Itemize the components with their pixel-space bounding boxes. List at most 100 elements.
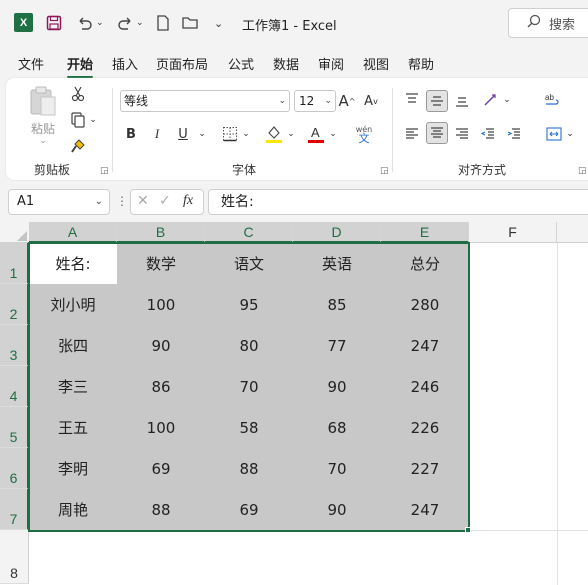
cell-a1[interactable]: 姓名: <box>29 243 117 284</box>
cancel-icon[interactable]: ✕ <box>137 193 149 209</box>
borders-button[interactable]: ⌄ <box>218 124 254 144</box>
paste-icon[interactable] <box>26 84 60 118</box>
tab-home[interactable]: 开始 <box>67 54 94 78</box>
column-header-a[interactable]: A <box>29 222 117 243</box>
cell-d3[interactable]: 77 <box>293 325 381 366</box>
cell-a6[interactable]: 李明 <box>29 448 117 489</box>
select-all-corner[interactable] <box>0 222 29 243</box>
row-header-4[interactable]: 4 <box>0 366 29 407</box>
copy-icon[interactable]: ⌄ <box>66 110 102 130</box>
row-header-5[interactable]: 5 <box>0 407 29 448</box>
orientation-icon[interactable]: ⌄ <box>480 90 514 110</box>
column-header-d[interactable]: D <box>293 222 381 243</box>
increase-indent-icon[interactable] <box>504 124 524 144</box>
cell-b4[interactable]: 86 <box>117 366 205 407</box>
row-header-8[interactable]: 8 <box>0 530 29 584</box>
cell-a3[interactable]: 张四 <box>29 325 117 366</box>
tab-view[interactable]: 视图 <box>363 54 389 73</box>
font-color-button[interactable]: A ⌄ <box>304 122 340 146</box>
fill-handle[interactable] <box>465 527 471 533</box>
decrease-indent-icon[interactable] <box>478 124 498 144</box>
cell-c3[interactable]: 80 <box>205 325 293 366</box>
cut-icon[interactable] <box>68 84 88 104</box>
tab-insert[interactable]: 插入 <box>112 54 138 73</box>
clipboard-launcher-icon[interactable]: ◲ <box>100 166 109 176</box>
cell-d2[interactable]: 85 <box>293 284 381 325</box>
merge-center-icon[interactable]: ⌄ <box>540 124 580 144</box>
tab-file[interactable]: 文件 <box>18 54 44 73</box>
top-align-icon[interactable] <box>402 90 422 110</box>
wrap-text-icon[interactable]: ab <box>542 90 562 110</box>
cell-d5[interactable]: 68 <box>293 407 381 448</box>
cell-b1[interactable]: 数学 <box>117 243 205 284</box>
underline-button[interactable]: U <box>174 124 192 144</box>
paste-label[interactable]: 粘贴 <box>24 120 62 136</box>
cell-e4[interactable]: 246 <box>381 366 469 407</box>
cell-b3[interactable]: 90 <box>117 325 205 366</box>
name-box[interactable]: A1 ⌄ <box>8 189 110 215</box>
tab-data[interactable]: 数据 <box>273 54 299 73</box>
column-header-f[interactable]: F <box>469 222 557 243</box>
save-icon[interactable] <box>46 12 62 34</box>
search-box[interactable]: 搜索 <box>508 8 588 38</box>
column-header-c[interactable]: C <box>205 222 293 243</box>
underline-dropdown-icon[interactable]: ⌄ <box>196 124 208 144</box>
redo-icon[interactable]: ⌄ <box>116 12 144 34</box>
cell-a7[interactable]: 周艳 <box>29 489 117 530</box>
italic-button[interactable]: I <box>148 124 166 144</box>
align-left-icon[interactable] <box>402 124 422 144</box>
cell-c1[interactable]: 语文 <box>205 243 293 284</box>
cell-b7[interactable]: 88 <box>117 489 205 530</box>
bottom-align-icon[interactable] <box>452 90 472 110</box>
cell-e1[interactable]: 总分 <box>381 243 469 284</box>
formula-input[interactable]: 姓名: <box>208 189 588 215</box>
row-header-3[interactable]: 3 <box>0 325 29 366</box>
column-header-e[interactable]: E <box>381 222 469 243</box>
new-document-icon[interactable] <box>156 12 170 34</box>
fill-color-button[interactable]: ⌄ <box>262 122 298 146</box>
paste-dropdown-icon[interactable]: ⌄ <box>36 136 50 146</box>
align-right-icon[interactable] <box>452 124 472 144</box>
font-size-select[interactable]: 12 ⌄ <box>294 90 336 112</box>
undo-icon[interactable]: ⌄ <box>76 12 104 34</box>
customize-toolbar-icon[interactable]: ⌄ <box>214 12 223 34</box>
cell-b5[interactable]: 100 <box>117 407 205 448</box>
worksheet-grid[interactable]: A B C D E F 1 2 3 4 5 6 7 8 姓名: 数学 语文 英语… <box>0 222 588 585</box>
cell-e2[interactable]: 280 <box>381 284 469 325</box>
row-header-2[interactable]: 2 <box>0 284 29 325</box>
cell-b6[interactable]: 69 <box>117 448 205 489</box>
cell-c7[interactable]: 69 <box>205 489 293 530</box>
cell-c4[interactable]: 70 <box>205 366 293 407</box>
tab-review[interactable]: 审阅 <box>318 54 344 73</box>
tab-page-layout[interactable]: 页面布局 <box>156 54 208 73</box>
cell-e3[interactable]: 247 <box>381 325 469 366</box>
row-header-7[interactable]: 7 <box>0 489 29 530</box>
cell-d6[interactable]: 70 <box>293 448 381 489</box>
phonetic-guide-button[interactable]: wén 文 <box>346 122 382 146</box>
tab-formulas[interactable]: 公式 <box>228 54 254 73</box>
cell-a5[interactable]: 王五 <box>29 407 117 448</box>
format-painter-icon[interactable] <box>68 136 88 156</box>
row-header-1[interactable]: 1 <box>0 243 29 284</box>
alignment-launcher-icon[interactable]: ◲ <box>578 166 587 176</box>
font-name-select[interactable]: 等线 ⌄ <box>120 90 290 112</box>
cell-c5[interactable]: 58 <box>205 407 293 448</box>
bold-button[interactable]: B <box>122 124 140 144</box>
cell-d1[interactable]: 英语 <box>293 243 381 284</box>
align-center-icon[interactable] <box>426 122 448 144</box>
open-folder-icon[interactable] <box>182 12 200 34</box>
increase-font-size-button[interactable]: A ^ <box>338 90 356 112</box>
cell-d7[interactable]: 90 <box>293 489 381 530</box>
font-launcher-icon[interactable]: ◲ <box>380 166 389 176</box>
cell-e5[interactable]: 226 <box>381 407 469 448</box>
cell-b2[interactable]: 100 <box>117 284 205 325</box>
cell-d4[interactable]: 90 <box>293 366 381 407</box>
tab-help[interactable]: 帮助 <box>408 54 434 73</box>
insert-function-button[interactable]: fx <box>183 193 193 209</box>
cell-e7[interactable]: 247 <box>381 489 469 530</box>
enter-icon[interactable]: ✓ <box>159 193 171 209</box>
cell-c2[interactable]: 95 <box>205 284 293 325</box>
middle-align-icon[interactable] <box>426 90 448 112</box>
cell-a2[interactable]: 刘小明 <box>29 284 117 325</box>
cell-a4[interactable]: 李三 <box>29 366 117 407</box>
